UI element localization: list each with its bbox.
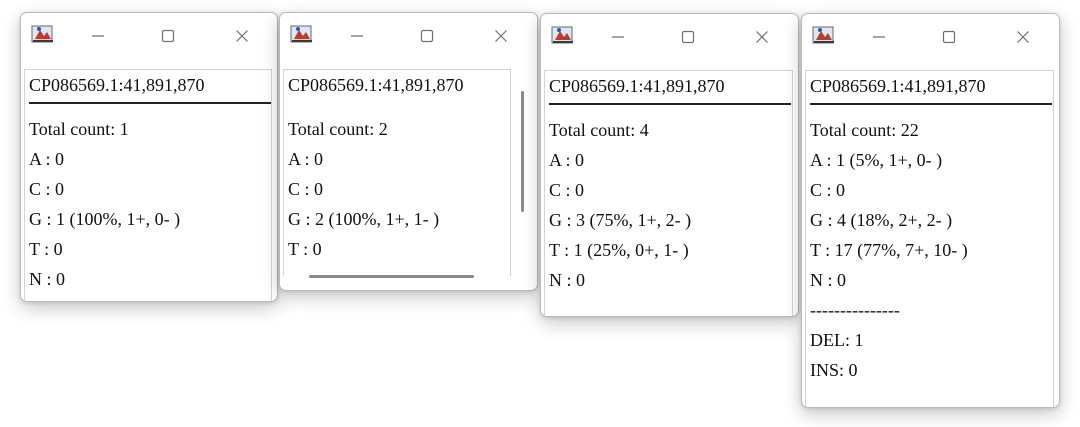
close-icon (1017, 31, 1029, 43)
base-c: C : 0 (288, 179, 324, 199)
base-t: T : 0 (29, 239, 63, 259)
position-label: CP086569.1:41,891,870 (288, 75, 464, 95)
position-label: CP086569.1:41,891,870 (549, 76, 725, 96)
maximize-button[interactable] (412, 23, 442, 49)
close-button[interactable] (227, 23, 257, 49)
base-c: C : 0 (549, 180, 585, 200)
position-label: CP086569.1:41,891,870 (29, 75, 205, 95)
maximize-button[interactable] (153, 23, 183, 49)
base-n: N : 0 (29, 269, 65, 289)
base-c: C : 0 (810, 180, 846, 200)
horizontal-scrollbar[interactable] (309, 275, 474, 278)
content-panel: CP086569.1:41,891,870 Total count: 22 A … (805, 70, 1054, 407)
close-button[interactable] (747, 24, 777, 50)
minimize-icon (612, 36, 624, 38)
base-g: G : 4 (18%, 2+, 2- ) (810, 210, 953, 230)
total-count: Total count: 2 (288, 119, 388, 139)
base-g: G : 2 (100%, 1+, 1- ) (288, 209, 440, 229)
close-icon (236, 30, 248, 42)
maximize-button[interactable] (934, 24, 964, 50)
base-t: T : 0 (288, 239, 322, 259)
content-panel: CP086569.1:41,891,870 Total count: 4 A :… (544, 70, 793, 316)
separator (29, 102, 271, 104)
total-count: Total count: 4 (549, 120, 649, 140)
dash-separator: --------------- (810, 300, 900, 320)
close-button[interactable] (486, 23, 516, 49)
content-panel: CP086569.1:41,891,870 Total count: 1 A :… (24, 69, 272, 301)
maximize-icon (942, 30, 956, 44)
title-bar[interactable] (280, 13, 537, 59)
deletion-count: DEL: 1 (810, 330, 864, 350)
maximize-button[interactable] (673, 24, 703, 50)
maximize-icon (161, 29, 175, 43)
java-app-icon (31, 23, 55, 45)
title-bar[interactable] (541, 14, 798, 60)
popup-window-4: CP086569.1:41,891,870 Total count: 22 A … (801, 13, 1060, 408)
position-label: CP086569.1:41,891,870 (810, 76, 986, 96)
java-app-icon (812, 24, 836, 46)
maximize-icon (681, 30, 695, 44)
base-a: A : 1 (5%, 1+, 0- ) (810, 150, 943, 170)
close-icon (495, 30, 507, 42)
minimize-icon (92, 35, 104, 37)
base-n: N : 0 (549, 270, 585, 290)
base-t: T : 1 (25%, 0+, 1- ) (549, 240, 689, 260)
title-bar[interactable] (21, 13, 277, 59)
base-c: C : 0 (29, 179, 65, 199)
insertion-count: INS: 0 (810, 360, 858, 380)
separator (549, 103, 791, 105)
popup-window-2: CP086569.1:41,891,870 Total count: 2 A :… (279, 12, 538, 291)
vertical-scrollbar[interactable] (521, 91, 524, 212)
minimize-icon (873, 36, 885, 38)
content-panel: CP086569.1:41,891,870 Total count: 2 A :… (283, 69, 511, 276)
base-a: A : 0 (29, 149, 65, 169)
popup-window-1: CP086569.1:41,891,870 Total count: 1 A :… (20, 12, 278, 302)
maximize-icon (420, 29, 434, 43)
minimize-button[interactable] (864, 24, 894, 50)
base-a: A : 0 (549, 150, 585, 170)
popup-window-3: CP086569.1:41,891,870 Total count: 4 A :… (540, 13, 799, 317)
java-app-icon (551, 24, 575, 46)
base-n: N : 0 (810, 270, 846, 290)
minimize-icon (351, 35, 363, 37)
base-a: A : 0 (288, 149, 324, 169)
minimize-button[interactable] (603, 24, 633, 50)
minimize-button[interactable] (342, 23, 372, 49)
title-bar[interactable] (802, 14, 1059, 60)
base-g: G : 3 (75%, 1+, 2- ) (549, 210, 692, 230)
base-g: G : 1 (100%, 1+, 0- ) (29, 209, 181, 229)
close-icon (756, 31, 768, 43)
close-button[interactable] (1008, 24, 1038, 50)
total-count: Total count: 1 (29, 119, 129, 139)
minimize-button[interactable] (83, 23, 113, 49)
separator (810, 103, 1052, 105)
base-t: T : 17 (77%, 7+, 10- ) (810, 240, 968, 260)
java-app-icon (290, 23, 314, 45)
total-count: Total count: 22 (810, 120, 919, 140)
